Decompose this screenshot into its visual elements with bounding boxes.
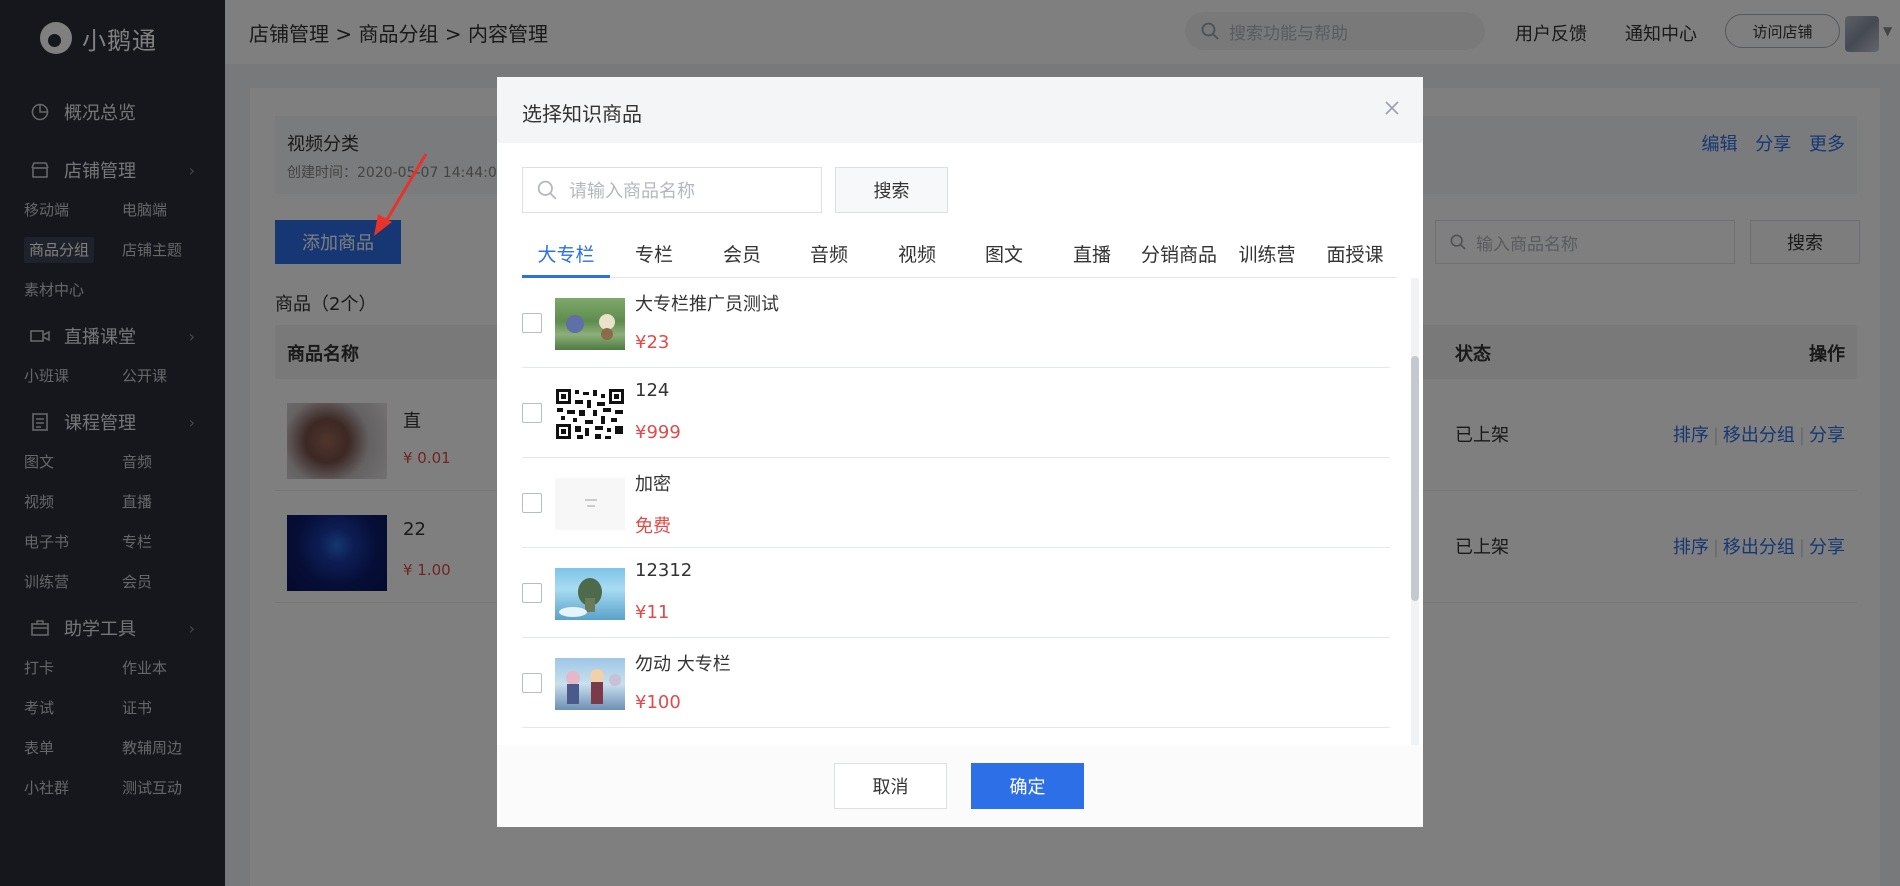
tab-column[interactable]: 专栏 [610,240,698,267]
item-checkbox[interactable] [522,403,542,423]
tab-offline-course[interactable]: 面授课 [1311,240,1399,267]
item-name: 124 [635,380,670,401]
dialog-title: 选择知识商品 [522,102,642,126]
tab-camp[interactable]: 训练营 [1223,240,1311,267]
item-name: 12312 [635,560,693,581]
search-icon [537,180,557,200]
item-thumbnail [555,298,625,350]
product-type-tabs: 大专栏 专栏 会员 音频 视频 图文 直播 分销商品 训练营 面授课 [522,232,1397,278]
item-price: 免费 [635,516,671,537]
item-name: 勿动 大专栏 [635,654,731,675]
item-price: ¥999 [635,422,681,443]
tab-article[interactable]: 图文 [960,240,1048,267]
list-item[interactable]: 加密 免费 [522,458,1390,548]
tab-audio[interactable]: 音频 [785,240,873,267]
qr-code-thumbnail [555,388,625,440]
item-thumbnail [555,658,625,710]
dialog-footer: 取消 确定 [497,745,1423,827]
item-price: ¥100 [635,692,681,713]
close-icon[interactable] [1383,99,1401,117]
item-thumbnail [555,478,625,530]
item-name: 大专栏推广员测试 [635,294,779,315]
item-checkbox[interactable] [522,583,542,603]
tab-big-column[interactable]: 大专栏 [522,240,610,267]
confirm-button[interactable]: 确定 [971,763,1084,809]
item-checkbox[interactable] [522,493,542,513]
cancel-button[interactable]: 取消 [834,763,947,809]
select-product-dialog: 选择知识商品 请输入商品名称 搜索 大专栏 专栏 会员 音频 视频 图文 直播 … [497,77,1423,827]
dialog-search-input[interactable]: 请输入商品名称 [522,167,822,213]
list-item[interactable]: 勿动 大专栏 ¥100 [522,638,1390,728]
tab-live[interactable]: 直播 [1048,240,1136,267]
dialog-header: 选择知识商品 [497,77,1423,143]
tab-member[interactable]: 会员 [698,240,786,267]
product-list: 大专栏推广员测试 ¥23 124 ¥999 加密 免费 12312 ¥11 勿动… [522,278,1390,748]
item-checkbox[interactable] [522,313,542,333]
item-price: ¥23 [635,332,670,353]
list-scrollbar[interactable] [1411,278,1419,748]
item-checkbox[interactable] [522,673,542,693]
tab-distribution[interactable]: 分销商品 [1135,240,1223,267]
list-item[interactable]: 124 ¥999 [522,368,1390,458]
annotation-arrow-icon [374,153,428,236]
item-price: ¥11 [635,602,670,623]
dialog-search-placeholder: 请输入商品名称 [569,181,695,202]
dialog-search-button[interactable]: 搜索 [835,167,948,213]
list-item[interactable]: 12312 ¥11 [522,548,1390,638]
list-item[interactable]: 大专栏推广员测试 ¥23 [522,278,1390,368]
item-name: 加密 [635,474,671,495]
scrollbar-thumb[interactable] [1411,356,1419,601]
item-thumbnail [555,568,625,620]
tab-video[interactable]: 视频 [873,240,961,267]
